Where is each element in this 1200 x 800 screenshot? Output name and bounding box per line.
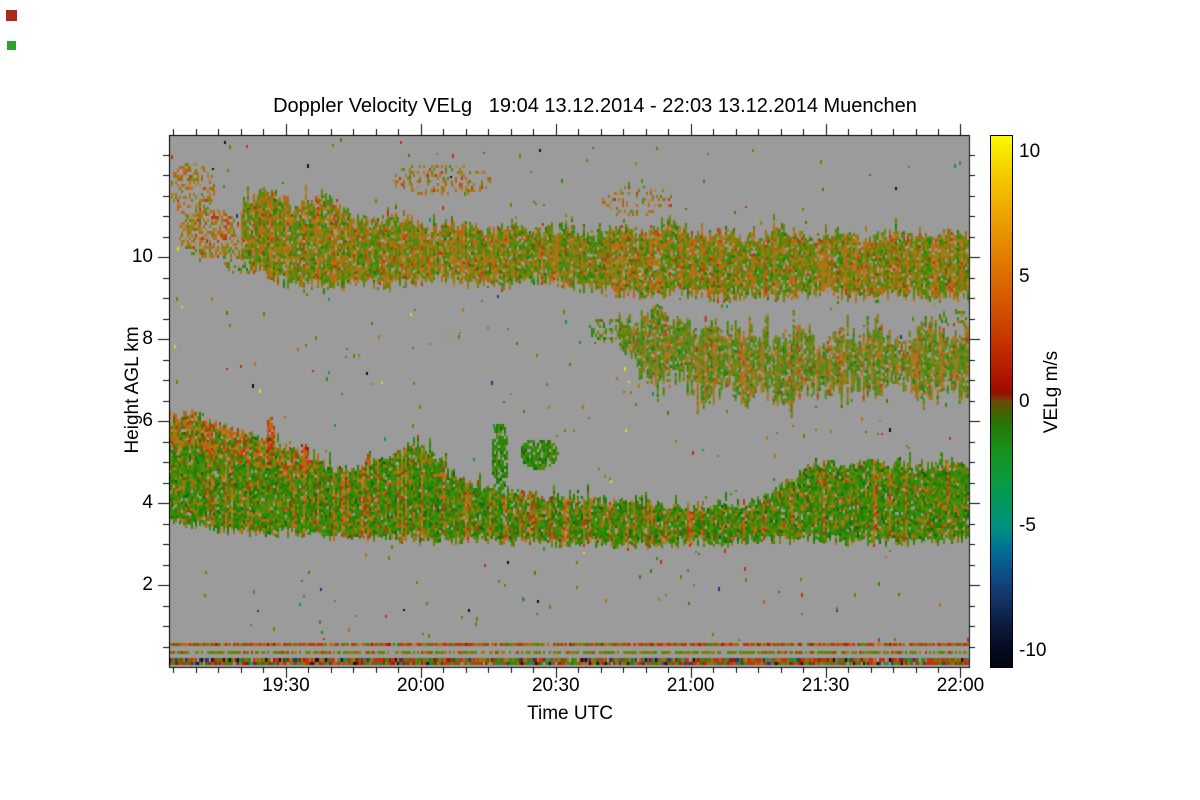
colorbar-tick-label: 0 [1019, 390, 1030, 412]
heatmap-canvas [169, 135, 969, 667]
chart-title: Doppler Velocity VELg 19:04 13.12.2014 -… [273, 95, 917, 117]
x-tick-label: 20:30 [531, 675, 580, 696]
colorbar-tick-label: 10 [1019, 141, 1041, 163]
doppler-velocity-figure: Doppler Velocity VELg 19:04 13.12.2014 -… [0, 0, 1200, 800]
x-tick-label: 20:00 [397, 675, 445, 696]
corner-marker-red [6, 10, 17, 21]
x-tick-label: 19:30 [262, 675, 310, 696]
x-axis-title: Time UTC [527, 703, 613, 724]
y-tick-label: 6 [142, 410, 153, 431]
y-tick-label: 8 [142, 328, 153, 349]
colorbar-tick-label: -10 [1019, 639, 1047, 661]
x-tick-label: 21:00 [666, 675, 715, 696]
colorbar-axis-title: VELg m/s [1041, 350, 1062, 434]
colorbar-tick-label: 5 [1019, 265, 1030, 287]
y-tick-label: 2 [142, 574, 153, 595]
x-tick-label: 22:00 [936, 675, 985, 696]
y-tick-label: 10 [131, 246, 153, 267]
colorbar [990, 135, 1013, 668]
x-tick-label: 21:30 [801, 675, 850, 696]
y-tick-label: 4 [142, 492, 153, 513]
colorbar-tick-label: -5 [1019, 515, 1036, 537]
corner-marker-green [7, 41, 16, 50]
